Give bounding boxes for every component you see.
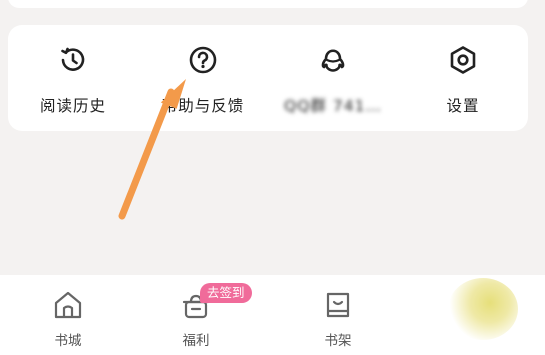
smiley-book-icon — [320, 289, 356, 321]
tab-bookshelf[interactable]: 书架 — [270, 275, 406, 355]
floating-blob — [448, 278, 518, 340]
qq-penguin-icon — [315, 42, 351, 78]
menu-item-label: 设置 — [446, 97, 480, 115]
app-screen: 阅读历史 帮助与反馈 QQ群 741… 设置 书城 福利 书架 去签到 — [0, 0, 545, 355]
tab-label: 书架 — [324, 333, 352, 349]
menu-item-settings[interactable]: 设置 — [398, 25, 528, 131]
quick-menu-card: 阅读历史 帮助与反馈 QQ群 741… 设置 — [8, 25, 528, 131]
menu-item-help-feedback[interactable]: 帮助与反馈 — [138, 25, 268, 131]
menu-item-label: QQ群 741… — [284, 97, 382, 115]
tab-label: 书城 — [54, 333, 82, 349]
menu-item-label: 帮助与反馈 — [161, 97, 245, 115]
menu-item-reading-history[interactable]: 阅读历史 — [8, 25, 138, 131]
tab-bookstore[interactable]: 书城 — [0, 275, 136, 355]
top-card — [8, 0, 528, 8]
menu-item-qq-group[interactable]: QQ群 741… — [268, 25, 398, 131]
house-icon — [50, 289, 86, 321]
menu-item-label: 阅读历史 — [39, 97, 106, 115]
tab-label: 福利 — [182, 333, 210, 349]
clock-history-icon — [55, 42, 91, 78]
question-circle-icon — [185, 42, 221, 78]
hexagon-gear-icon — [445, 42, 481, 78]
checkin-badge[interactable]: 去签到 — [200, 283, 252, 303]
